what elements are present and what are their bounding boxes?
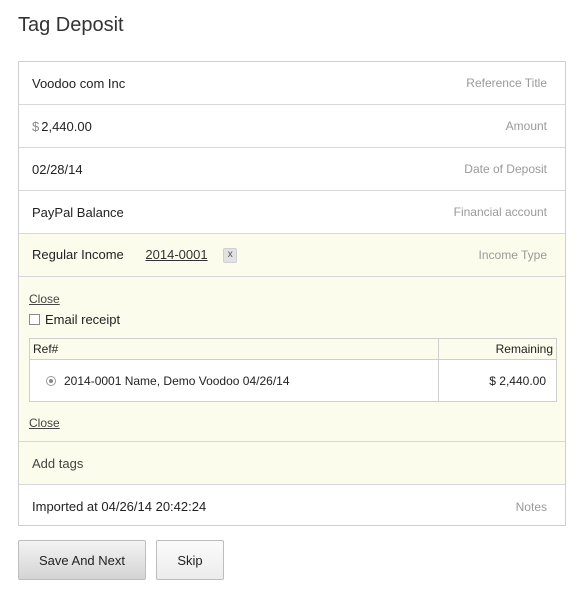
tags-input[interactable]: Add tags — [32, 456, 83, 471]
notes-label: Notes — [515, 499, 547, 514]
reference-row[interactable]: Voodoo com Inc Reference Title — [19, 62, 565, 105]
account-label: Financial account — [453, 205, 547, 219]
ref-cell-text: 2014-0001 Name, Demo Voodoo 04/26/14 — [64, 373, 290, 388]
income-type-row[interactable]: Regular Income 2014-0001 x Income Type — [19, 234, 565, 277]
date-label: Date of Deposit — [464, 162, 547, 176]
match-table: Ref# Remaining 2014-0001 Name, Demo Vood… — [29, 338, 557, 402]
remove-ref-button[interactable]: x — [223, 248, 238, 264]
match-table-header: Ref# Remaining — [29, 338, 557, 360]
match-radio[interactable] — [46, 376, 56, 387]
amount-row[interactable]: $2,440.00 Amount — [19, 105, 565, 148]
amount-value: 2,440.00 — [41, 118, 92, 134]
remaining-cell: $ 2,440.00 — [438, 359, 557, 402]
income-type-value: Regular Income — [32, 246, 124, 262]
income-type-field: Regular Income 2014-0001 x — [32, 246, 238, 264]
notes-row[interactable]: Imported at 04/26/14 20:42:24 Notes — [19, 485, 565, 528]
reference-label: Reference Title — [466, 76, 547, 90]
save-and-next-button[interactable]: Save And Next — [18, 540, 146, 580]
notes-value: Imported at 04/26/14 20:42:24 — [32, 499, 207, 514]
close-link-top[interactable]: Close — [29, 292, 60, 306]
currency-symbol: $ — [32, 118, 40, 134]
email-receipt-label: Email receipt — [45, 312, 121, 327]
date-row[interactable]: 02/28/14 Date of Deposit — [19, 148, 565, 191]
tags-row[interactable]: Add tags — [19, 442, 565, 485]
income-type-label: Income Type — [478, 248, 547, 262]
ref-header: Ref# — [29, 338, 439, 360]
income-ref-link[interactable]: 2014-0001 — [145, 247, 207, 262]
remaining-header: Remaining — [438, 338, 557, 360]
amount-field: $2,440.00 — [32, 119, 92, 134]
email-receipt-option[interactable]: Email receipt — [29, 312, 555, 327]
skip-button[interactable]: Skip — [156, 540, 224, 580]
table-row[interactable]: 2014-0001 Name, Demo Voodoo 04/26/14 $ 2… — [29, 359, 557, 402]
match-panel: Close Email receipt Ref# Remaining 2014-… — [19, 277, 565, 442]
email-receipt-checkbox[interactable] — [29, 314, 40, 325]
account-value: PayPal Balance — [32, 204, 124, 220]
date-value: 02/28/14 — [32, 161, 83, 177]
ref-cell: 2014-0001 Name, Demo Voodoo 04/26/14 — [29, 359, 439, 402]
deposit-form: Voodoo com Inc Reference Title $2,440.00… — [18, 61, 566, 526]
page-title: Tag Deposit — [18, 14, 124, 36]
amount-label: Amount — [505, 119, 547, 133]
close-link-bottom[interactable]: Close — [29, 416, 60, 430]
account-row[interactable]: PayPal Balance Financial account — [19, 191, 565, 234]
reference-value: Voodoo com Inc — [32, 75, 126, 91]
